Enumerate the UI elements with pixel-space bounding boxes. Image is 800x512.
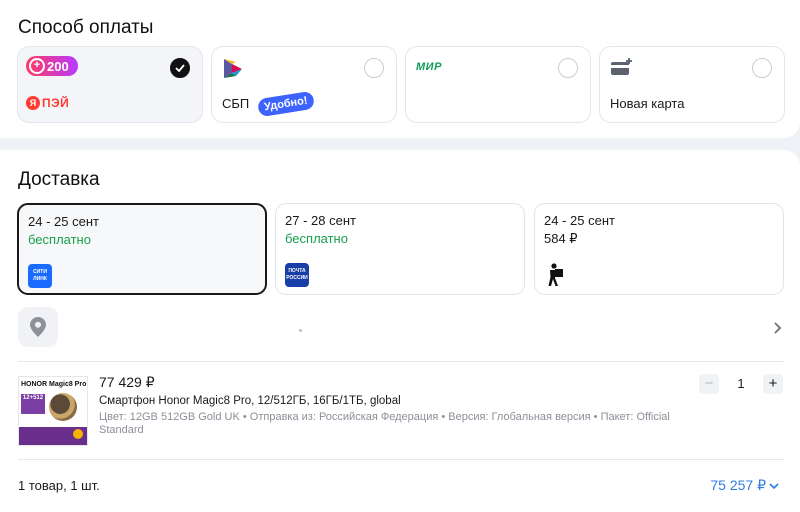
check-icon bbox=[175, 64, 185, 72]
pickup-location-button[interactable] bbox=[18, 307, 58, 347]
add-card-icon bbox=[611, 58, 632, 75]
payment-option-mir[interactable]: МИР bbox=[405, 46, 591, 123]
order-item-count: 1 товар, 1 шт. bbox=[18, 478, 100, 493]
payment-radio[interactable] bbox=[364, 58, 384, 78]
delivery-option-courier[interactable]: 24 - 25 сент 584 ₽ bbox=[534, 203, 784, 295]
delivery-date: 24 - 25 сент bbox=[28, 214, 99, 229]
plus-points-badge: + 200 bbox=[26, 56, 78, 76]
chevron-down-icon bbox=[769, 482, 779, 489]
delivery-price: 584 ₽ bbox=[544, 231, 578, 246]
new-card-label: Новая карта bbox=[610, 96, 685, 111]
mir-logo: МИР bbox=[416, 61, 442, 73]
payment-radio[interactable] bbox=[558, 58, 578, 78]
location-pin-icon bbox=[30, 317, 46, 337]
sbp-promo-badge: Удобно! bbox=[256, 90, 315, 118]
product-price: 77 429 ₽ bbox=[99, 374, 155, 390]
phone-camera-image bbox=[49, 393, 77, 421]
product-attributes: Цвет: 12GB 512GB Gold UK • Отправка из: … bbox=[99, 411, 670, 436]
divider bbox=[18, 459, 784, 460]
sbp-logo-icon bbox=[224, 59, 242, 78]
order-total-toggle[interactable]: 75 257 ₽ bbox=[710, 477, 780, 494]
chevron-right-icon[interactable] bbox=[772, 320, 784, 336]
payment-section: Способ оплаты + 200 Я ПЭЙ СБП Удобно! МИ… bbox=[0, 0, 800, 138]
delivery-option-citilink[interactable]: 24 - 25 сент бесплатно СИТИ ЛИНК bbox=[17, 203, 267, 295]
order-total: 75 257 ₽ bbox=[710, 477, 766, 493]
yandex-pay-logo-text: ПЭЙ bbox=[42, 96, 70, 110]
yandex-pay-logo: Я ПЭЙ bbox=[26, 96, 69, 110]
thumbnail-brand: HONOR Magic8 Pro bbox=[21, 381, 87, 388]
delivery-price: бесплатно bbox=[28, 232, 91, 247]
payment-title: Способ оплаты bbox=[18, 17, 154, 38]
product-thumbnail[interactable]: HONOR Magic8 Pro 12+512 bbox=[18, 376, 88, 446]
payment-option-sbp[interactable]: СБП Удобно! bbox=[211, 46, 397, 123]
quantity-value: 1 bbox=[737, 376, 745, 391]
payment-radio-checked[interactable] bbox=[170, 58, 190, 78]
plus-points-value: 200 bbox=[47, 58, 69, 74]
russian-post-logo: ПОЧТА РОССИИ bbox=[285, 263, 309, 287]
payment-option-yandex-pay[interactable]: + 200 Я ПЭЙ bbox=[17, 46, 203, 123]
delivery-date: 27 - 28 сент bbox=[285, 213, 356, 228]
quantity-decrease-button[interactable]: − bbox=[699, 374, 719, 394]
payment-radio[interactable] bbox=[752, 58, 772, 78]
delivery-option-russian-post[interactable]: 27 - 28 сент бесплатно ПОЧТА РОССИИ bbox=[275, 203, 525, 295]
quantity-increase-button[interactable]: + bbox=[763, 374, 783, 394]
payment-option-new-card[interactable]: Новая карта bbox=[599, 46, 785, 123]
separator-dot bbox=[299, 329, 302, 332]
sbp-label: СБП bbox=[222, 96, 250, 111]
thumbnail-badge bbox=[73, 429, 83, 439]
courier-icon bbox=[548, 263, 563, 286]
yandex-logo-letter: Я bbox=[26, 96, 40, 110]
plus-icon: + bbox=[29, 58, 45, 74]
delivery-title: Доставка bbox=[18, 169, 100, 190]
product-name[interactable]: Смартфон Honor Magic8 Pro, 12/512ГБ, 16Г… bbox=[99, 395, 401, 407]
delivery-price: бесплатно bbox=[285, 231, 348, 246]
citilink-logo: СИТИ ЛИНК bbox=[28, 264, 52, 288]
thumbnail-spec: 12+512 bbox=[21, 394, 45, 414]
divider bbox=[18, 361, 784, 362]
delivery-date: 24 - 25 сент bbox=[544, 213, 615, 228]
